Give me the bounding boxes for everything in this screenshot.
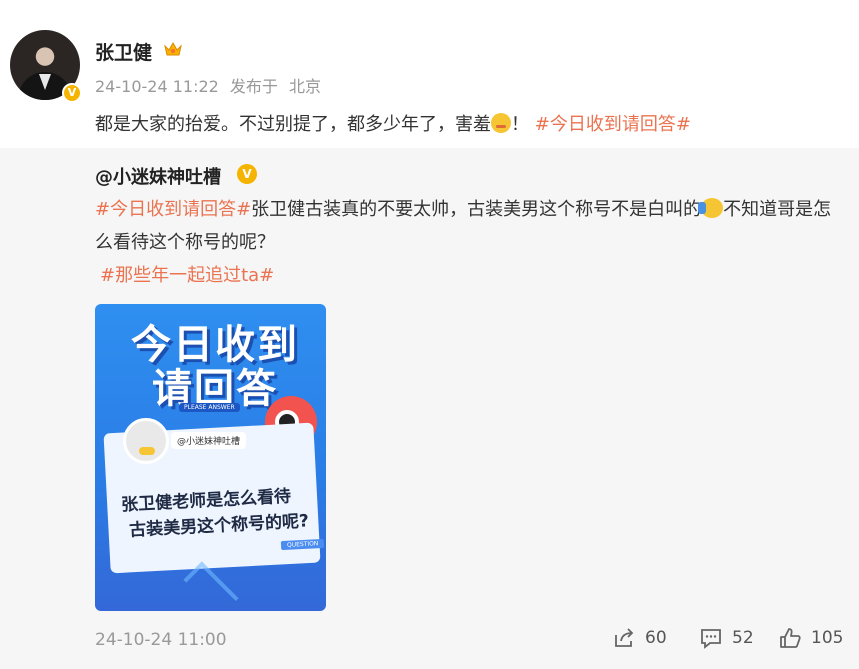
- forward-count: 60: [645, 628, 667, 648]
- repost-text: #今日收到请回答#张卫健古装真的不要太帅，古装美男这个称号不是白叫的 不知道哥是怎…: [95, 198, 832, 253]
- card-please-answer: PLEASE ANSWER: [179, 403, 240, 412]
- post-location: 北京: [289, 77, 322, 96]
- post-topic-link[interactable]: #今日收到请回答#: [535, 114, 691, 135]
- comment-icon: [701, 629, 721, 649]
- emoji-wave-icon: [698, 198, 724, 218]
- post-text: 都是大家的抬爱。不过别提了，都多少年了，害羞！ #今日收到请回答#: [95, 113, 691, 135]
- author-name[interactable]: 张卫健: [95, 38, 152, 65]
- comment-button[interactable]: 52: [700, 627, 754, 649]
- repost-verified-icon: V: [237, 164, 257, 184]
- emoji-shy-icon: [491, 113, 511, 133]
- post-time[interactable]: 24-10-24 11:22: [95, 77, 219, 96]
- original-post: V 张卫健 24-10-24 11:22 发布于 北京 都是大家的抬爱。不过别提…: [0, 0, 859, 148]
- card-handle: @小迷妹神吐槽: [171, 432, 247, 449]
- repost-time[interactable]: 24-10-24 11:00: [95, 630, 227, 650]
- card-avatar: [123, 418, 169, 464]
- reposted-content: @小迷妹神吐槽 V #今日收到请回答#张卫健古装真的不要太帅，古装美男这个称号不…: [0, 148, 859, 669]
- like-button[interactable]: 105: [779, 627, 843, 649]
- comment-count: 52: [732, 628, 754, 648]
- repost-author-handle[interactable]: @小迷妹神吐槽: [95, 163, 221, 189]
- forward-icon: [615, 628, 634, 647]
- forward-button[interactable]: 60: [613, 627, 667, 649]
- repost-topic-link-2[interactable]: #那些年一起追过ta#: [100, 261, 274, 287]
- post-meta: 24-10-24 11:22 发布于 北京: [95, 73, 327, 97]
- crown-icon: [164, 41, 182, 56]
- verified-icon: V: [62, 83, 82, 103]
- like-count: 105: [811, 628, 844, 648]
- repost-image-card[interactable]: 今日收到 请回答 PLEASE ANSWER @小迷妹神吐槽 张卫健老师是怎么看…: [95, 304, 326, 611]
- published-label: 发布于: [229, 77, 278, 96]
- like-icon: [780, 628, 801, 648]
- repost-topic-link[interactable]: #今日收到请回答#: [95, 199, 251, 220]
